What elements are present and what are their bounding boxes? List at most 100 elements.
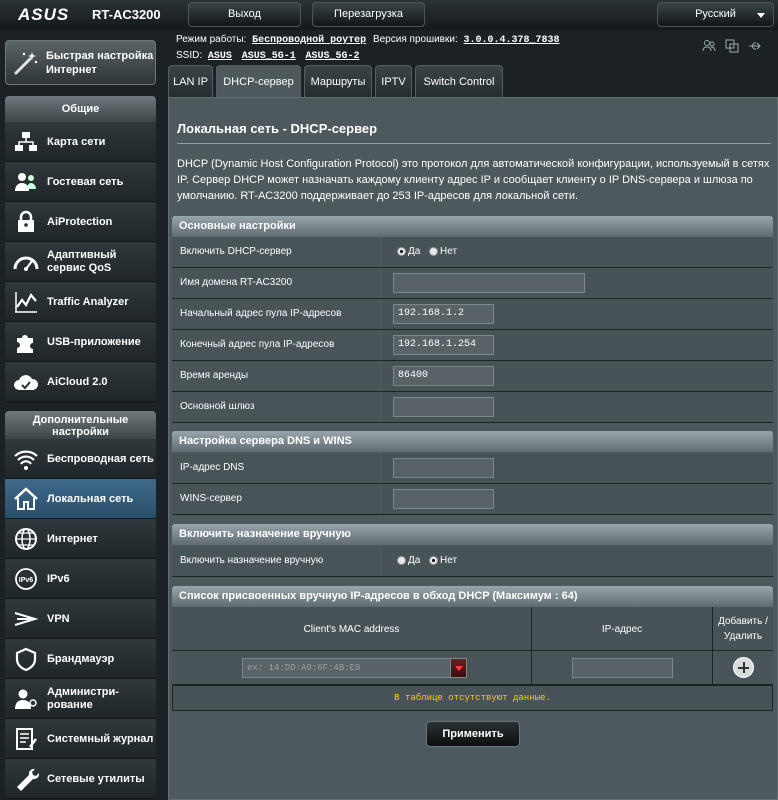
tools-icon bbox=[17, 768, 39, 791]
wins-server-row: WINS-сервер bbox=[172, 484, 773, 515]
tab-dhcp-server[interactable]: DHCP-сервер bbox=[216, 65, 301, 97]
dns-ip-row: IP-адрес DNS bbox=[172, 453, 773, 484]
tab-routes[interactable]: Маршруты bbox=[304, 65, 372, 97]
sidebar-item-vpn[interactable]: VPN bbox=[5, 599, 156, 639]
manual-assignment-yes-radio[interactable]: Да bbox=[397, 555, 420, 566]
ipv6-icon: IPv6 bbox=[15, 568, 37, 590]
asus-logo: ASUS bbox=[18, 5, 70, 24]
default-gateway-input[interactable] bbox=[393, 397, 494, 417]
dns-wins-header: Настройка сервера DNS и WINS bbox=[172, 431, 773, 452]
sidebar-item-wireless[interactable]: Беспроводная сеть bbox=[5, 439, 156, 479]
basic-settings-header: Основные настройки bbox=[172, 216, 773, 237]
apply-button[interactable]: Применить bbox=[426, 721, 520, 747]
manual-ip-input[interactable] bbox=[572, 658, 673, 678]
pool-start-input[interactable]: 192.168.1.2 bbox=[393, 304, 494, 324]
top-banner: ASUS RT-AC3200 Выход Перезагрузка Русски… bbox=[0, 0, 778, 30]
admin-icon bbox=[15, 689, 37, 709]
tab-iptv[interactable]: IPTV bbox=[375, 65, 412, 97]
operation-mode-link[interactable]: Беспроводной роутер bbox=[252, 35, 366, 46]
tab-switch-control[interactable]: Switch Control bbox=[415, 65, 503, 97]
pool-end-row: Конечный адрес пула IP-адресов 192.168.1… bbox=[172, 330, 773, 361]
wifi-icon bbox=[14, 450, 38, 470]
guest-network-icon bbox=[15, 173, 36, 191]
manual-list-input-row: ex: 14:DD:A9:6F:4B:E0 bbox=[172, 651, 773, 685]
chevron-down-icon bbox=[757, 13, 765, 18]
ssid-link[interactable]: ASUS_5G-1 bbox=[242, 51, 296, 62]
ssid-link[interactable]: ASUS_5G-2 bbox=[306, 51, 360, 62]
main-panel: Локальная сеть - DHCP-сервер DHCP (Dynam… bbox=[168, 97, 778, 800]
cloud-icon bbox=[14, 375, 39, 390]
column-mac: Client's MAC address bbox=[172, 607, 532, 651]
advanced-section-header: Дополнительные настройки bbox=[5, 411, 156, 439]
manual-list-columns: Client's MAC address IP-адрес Добавить /… bbox=[172, 607, 773, 651]
sidebar-item-qos[interactable]: Адаптивный сервис QoS bbox=[5, 242, 156, 282]
svg-text:IPv6: IPv6 bbox=[19, 577, 34, 584]
clients-icon[interactable] bbox=[702, 39, 716, 53]
magic-wand-icon bbox=[14, 52, 38, 75]
enable-dhcp-no-radio[interactable]: Нет bbox=[429, 246, 457, 257]
usb-icon[interactable] bbox=[748, 39, 762, 53]
quick-internet-setup-button[interactable]: Быстрая настройка Интернет bbox=[5, 40, 156, 85]
page-title: Локальная сеть - DHCP-сервер bbox=[177, 121, 378, 136]
ssid-link[interactable]: ASUS bbox=[208, 51, 232, 62]
domain-name-input[interactable] bbox=[393, 273, 585, 293]
manual-assignment-header: Включить назначение вручную bbox=[172, 524, 773, 545]
column-ip: IP-адрес bbox=[532, 607, 713, 651]
empty-table-message: В таблице отсутствуют данные. bbox=[172, 685, 773, 711]
reboot-button[interactable]: Перезагрузка bbox=[312, 2, 425, 27]
lease-time-row: Время аренды 86400 bbox=[172, 361, 773, 392]
logout-button[interactable]: Выход bbox=[188, 2, 301, 27]
home-icon bbox=[14, 487, 38, 510]
status-icons bbox=[702, 39, 762, 53]
router-model: RT-AC3200 bbox=[92, 7, 161, 22]
language-value: Русский bbox=[695, 8, 736, 20]
pool-end-input[interactable]: 192.168.1.254 bbox=[393, 335, 494, 355]
enable-dhcp-row: Включить DHCP-сервер Да Нет bbox=[172, 237, 773, 268]
mac-dropdown-button[interactable] bbox=[450, 658, 467, 678]
manual-assignment-no-radio[interactable]: Нет bbox=[429, 555, 457, 566]
manual-list-header: Список присвоенных вручную IP-адресов в … bbox=[172, 586, 773, 607]
copy-icon[interactable] bbox=[725, 39, 739, 53]
sidebar-item-network-map[interactable]: Карта сети bbox=[5, 122, 156, 162]
network-map-icon bbox=[15, 132, 37, 151]
sidebar-item-usb-app[interactable]: USB-приложение bbox=[5, 322, 156, 362]
globe-icon bbox=[15, 528, 37, 550]
chart-icon bbox=[15, 292, 37, 313]
sidebar-item-network-tools[interactable]: Сетевые утилиты bbox=[5, 759, 156, 799]
sidebar-item-administration[interactable]: Администри-рование bbox=[5, 679, 156, 719]
sidebar-item-system-log[interactable]: Системный журнал bbox=[5, 719, 156, 759]
manual-assignment-row: Включить назначение вручную Да Нет bbox=[172, 546, 773, 577]
language-select[interactable]: Русский bbox=[657, 2, 774, 27]
firmware-version-link[interactable]: 3.0.0.4.378_7838 bbox=[464, 35, 560, 46]
sidebar-item-traffic-analyzer[interactable]: Traffic Analyzer bbox=[5, 282, 156, 322]
tab-lan-ip[interactable]: LAN IP bbox=[168, 65, 213, 97]
mac-address-input[interactable]: ex: 14:DD:A9:6F:4B:E0 bbox=[242, 658, 467, 678]
dns-ip-input[interactable] bbox=[393, 458, 494, 478]
sidebar-item-lan[interactable]: Локальная сеть bbox=[5, 479, 156, 519]
pool-start-row: Начальный адрес пула IP-адресов 192.168.… bbox=[172, 299, 773, 330]
ssid-line: SSID: ASUS ASUS_5G-1 ASUS_5G-2 bbox=[176, 50, 360, 62]
operation-mode-line: Режим работы: Беспроводной роутер Версия… bbox=[176, 34, 560, 46]
add-icon[interactable] bbox=[733, 657, 754, 678]
sidebar-item-internet[interactable]: Интернет bbox=[5, 519, 156, 559]
enable-dhcp-yes-radio[interactable]: Да bbox=[397, 246, 420, 257]
sidebar-item-firewall[interactable]: Брандмауэр bbox=[5, 639, 156, 679]
wins-server-input[interactable] bbox=[393, 489, 494, 509]
log-icon bbox=[16, 728, 37, 750]
lease-time-input[interactable]: 86400 bbox=[393, 366, 494, 386]
gauge-icon bbox=[13, 256, 39, 271]
lock-icon bbox=[18, 210, 34, 232]
general-section-header: Общие bbox=[5, 96, 156, 122]
page-description: DHCP (Dynamic Host Configuration Protoco… bbox=[177, 158, 770, 202]
title-divider bbox=[177, 143, 771, 144]
sidebar-item-aiprotection[interactable]: AiProtection bbox=[5, 202, 156, 242]
sidebar-item-ipv6[interactable]: IPv6 IPv6 bbox=[5, 559, 156, 599]
column-add-delete: Добавить / Удалить bbox=[718, 616, 768, 642]
sidebar-item-guest-network[interactable]: Гостевая сеть bbox=[5, 162, 156, 202]
default-gateway-row: Основной шлюз bbox=[172, 392, 773, 423]
sidebar-item-aicloud[interactable]: AiCloud 2.0 bbox=[5, 362, 156, 402]
vpn-icon bbox=[14, 612, 39, 626]
domain-name-row: Имя домена RT-AC3200 bbox=[172, 268, 773, 299]
shield-icon bbox=[15, 647, 37, 671]
puzzle-icon bbox=[17, 335, 33, 353]
